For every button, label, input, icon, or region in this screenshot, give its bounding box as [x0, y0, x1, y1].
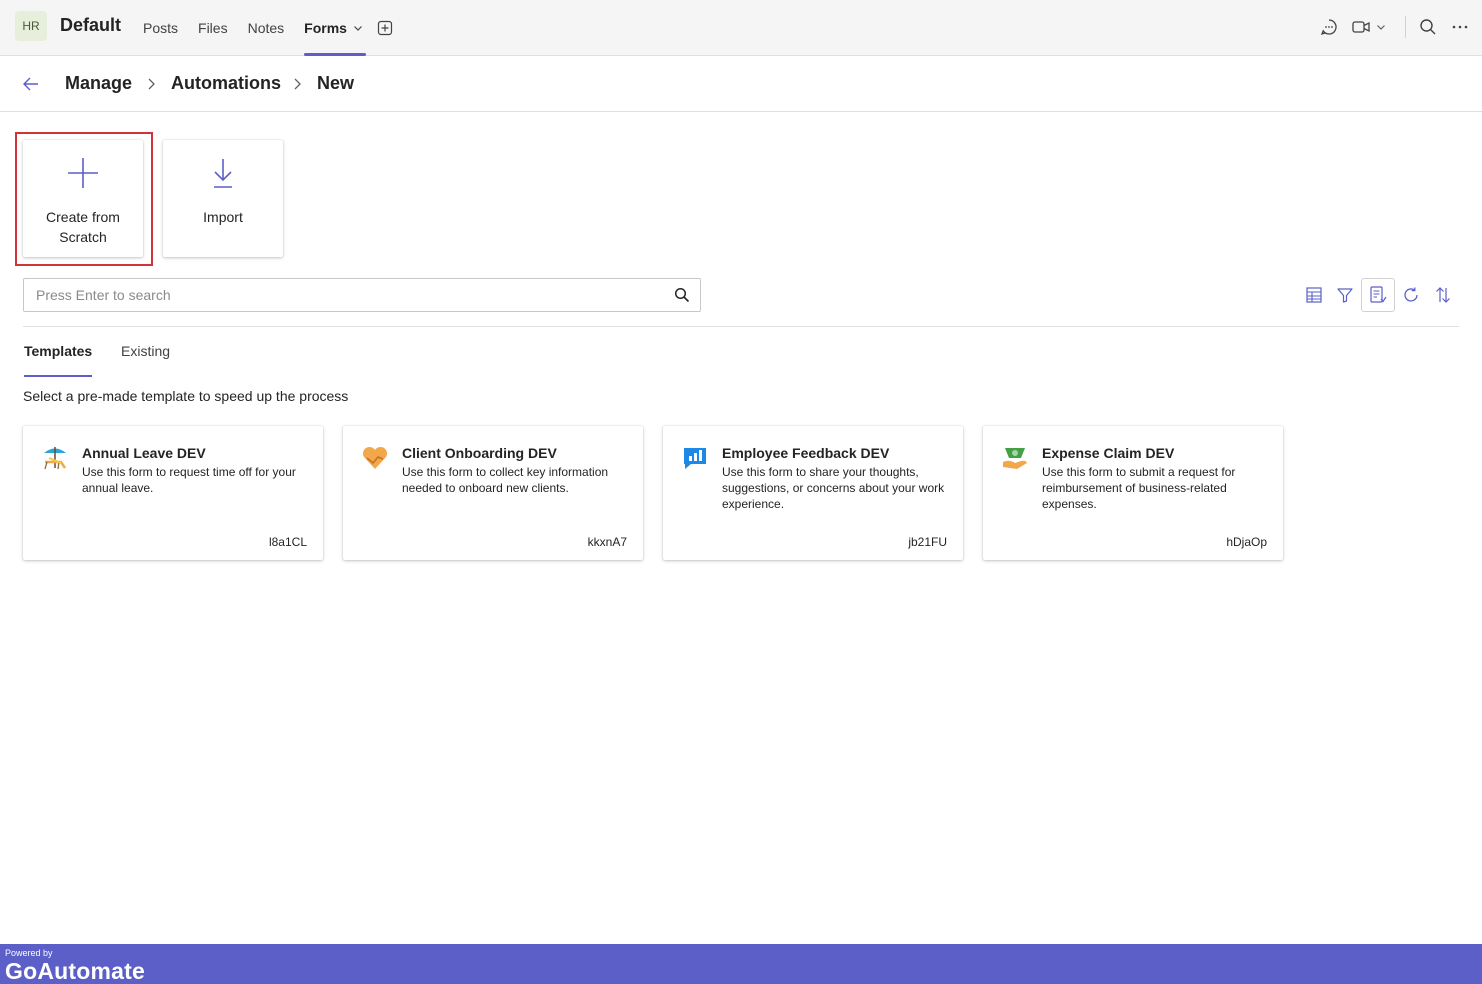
- tab-label: Posts: [143, 20, 179, 36]
- powered-by-label: Powered by: [5, 948, 53, 958]
- add-tab-icon: [377, 20, 393, 36]
- template-title: Employee Feedback DEV: [722, 445, 890, 461]
- tab-label: Notes: [247, 20, 285, 36]
- template-code: jb21FU: [908, 535, 947, 549]
- template-card-employee-feedback[interactable]: Employee Feedback DEV Use this form to s…: [663, 426, 963, 560]
- search-box: [23, 278, 701, 312]
- template-description: Use this form to submit a request for re…: [1042, 465, 1236, 511]
- template-card-annual-leave[interactable]: Annual Leave DEV Use this form to reques…: [23, 426, 323, 560]
- tab-label: Files: [198, 20, 228, 36]
- list-view-button[interactable]: [1361, 278, 1395, 312]
- divider: [1405, 16, 1406, 38]
- beach-chair-icon: [44, 447, 67, 470]
- refresh-button[interactable]: [1399, 283, 1423, 307]
- template-description: Use this form to share your thoughts, su…: [722, 465, 945, 511]
- templates-hint: Select a pre-made template to speed up t…: [23, 388, 349, 404]
- team-name: Default: [60, 15, 122, 35]
- app-header: HR Default Posts Files Notes Forms: [0, 0, 1482, 56]
- tab-forms[interactable]: Forms: [304, 0, 366, 56]
- template-title: Expense Claim DEV: [1042, 445, 1175, 461]
- breadcrumb-new: New: [317, 73, 355, 93]
- handshake-heart-icon: [362, 446, 388, 469]
- template-description: Use this form to request time off for yo…: [82, 465, 296, 495]
- template-code: l8a1CL: [268, 535, 307, 549]
- table-view-button[interactable]: [1302, 283, 1326, 307]
- create-from-scratch-button[interactable]: Create from Scratch: [23, 140, 143, 257]
- chevron-right-icon: [148, 78, 155, 90]
- chevron-right-icon: [294, 78, 301, 90]
- footer: Powered by GoAutomate: [0, 944, 1482, 984]
- tab-notes[interactable]: Notes: [248, 0, 285, 56]
- template-code: hDjaOp: [1226, 535, 1267, 549]
- chevron-down-icon: [354, 26, 362, 31]
- team-avatar[interactable]: HR: [15, 11, 47, 41]
- filter-button[interactable]: [1333, 283, 1357, 307]
- search-input[interactable]: [36, 279, 656, 311]
- search-icon[interactable]: [674, 287, 690, 303]
- chevron-down-icon[interactable]: [1374, 17, 1388, 37]
- template-description: Use this form to collect key information…: [402, 465, 609, 495]
- tab-files[interactable]: Files: [198, 0, 228, 56]
- template-card-expense-claim[interactable]: Expense Claim DEV Use this form to submi…: [983, 426, 1283, 560]
- import-button[interactable]: Import: [163, 140, 283, 257]
- template-code: kkxnA7: [587, 535, 627, 549]
- breadcrumb-manage[interactable]: Manage: [65, 73, 132, 94]
- brand-logo: GoAutomate: [5, 958, 145, 984]
- divider: [23, 326, 1459, 327]
- more-icon[interactable]: [1450, 17, 1470, 37]
- create-from-scratch-label: Create from Scratch: [46, 209, 120, 245]
- video-icon[interactable]: [1351, 17, 1371, 37]
- plus-icon: [68, 158, 98, 188]
- sort-icon: [1436, 287, 1450, 303]
- download-icon: [214, 159, 232, 188]
- search-icon[interactable]: [1418, 17, 1438, 37]
- filter-icon: [1337, 288, 1353, 303]
- template-card-client-onboarding[interactable]: Client Onboarding DEV Use this form to c…: [343, 426, 643, 560]
- refresh-icon: [1404, 287, 1418, 302]
- tab-existing[interactable]: Existing: [121, 343, 170, 367]
- template-title: Annual Leave DEV: [82, 445, 206, 461]
- tab-templates[interactable]: Templates: [24, 343, 93, 377]
- tab-label: Forms: [304, 20, 347, 36]
- tab-posts[interactable]: Posts: [143, 0, 178, 56]
- list-view-icon: [1370, 286, 1387, 303]
- add-tab-button[interactable]: [377, 0, 393, 56]
- breadcrumb-automations[interactable]: Automations: [171, 73, 281, 94]
- import-label: Import: [203, 209, 243, 225]
- money-hand-icon: [1003, 448, 1027, 469]
- template-title: Client Onboarding DEV: [402, 445, 557, 461]
- chat-icon[interactable]: [1319, 17, 1339, 37]
- feedback-chart-icon: [684, 448, 706, 469]
- back-arrow-icon[interactable]: [21, 74, 41, 94]
- channel-tabs: Posts Files Notes Forms: [143, 0, 393, 56]
- table-icon: [1306, 287, 1322, 303]
- sort-button[interactable]: [1431, 283, 1455, 307]
